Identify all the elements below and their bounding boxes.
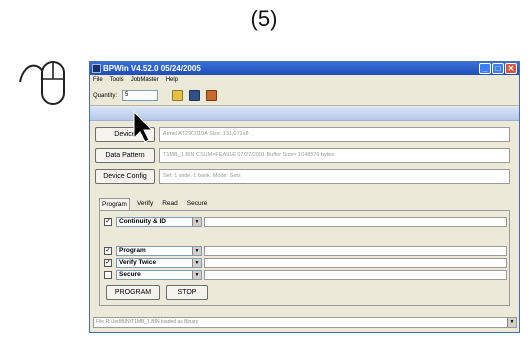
operation-row: ✓ Continuity & ID ▼ xyxy=(104,217,507,227)
operation-label: Program xyxy=(119,247,146,254)
chevron-down-icon[interactable]: ▼ xyxy=(192,259,201,267)
operation-select[interactable]: Continuity & ID ▼ xyxy=(116,217,202,227)
mouse-icon xyxy=(19,61,65,105)
menu-help[interactable]: Help xyxy=(166,75,178,85)
device-info-field: Atmel AT29C010A Size: 131,072x8 xyxy=(159,127,510,142)
title-bar[interactable]: BPWin V4.52.0 05/24/2005 _ □ ✕ xyxy=(90,62,519,75)
tab-read[interactable]: Read xyxy=(160,198,180,210)
step-label: (5) xyxy=(250,6,278,31)
operation-select[interactable]: Secure ▼ xyxy=(116,270,202,280)
chevron-down-icon[interactable]: ▼ xyxy=(507,318,516,327)
operation-progress-bar xyxy=(204,217,507,227)
operation-tabs: Program Verify Read Secure xyxy=(99,198,209,210)
tools-icon[interactable] xyxy=(206,90,218,101)
bpwin-window: BPWin V4.52.0 05/24/2005 _ □ ✕ File Tool… xyxy=(89,61,520,333)
menu-tools[interactable]: Tools xyxy=(110,75,124,85)
minimize-button[interactable]: _ xyxy=(479,63,491,74)
operation-checkbox[interactable]: ✓ xyxy=(104,259,112,267)
operation-label: Secure xyxy=(119,271,141,278)
status-bar: File R:\Jed\BIN\T1MB_1.BIN loaded as Bin… xyxy=(93,317,517,328)
menu-jobmaster[interactable]: JobMaster xyxy=(131,75,159,85)
operation-checkbox[interactable]: ✓ xyxy=(104,247,112,255)
operation-select[interactable]: Program ▼ xyxy=(116,246,202,256)
operation-row: ✓ Program ▼ xyxy=(104,246,507,256)
menu-bar: File Tools JobMaster Help xyxy=(90,75,519,85)
operation-label: Verify Twice xyxy=(119,259,157,266)
quantity-label: Quantity: xyxy=(93,92,118,99)
toolbar: Quantity: 5 xyxy=(90,86,519,106)
data-pattern-button[interactable]: Data Pattern xyxy=(95,148,155,163)
tab-program[interactable]: Program xyxy=(99,198,130,210)
device-config-info-field: Set: 1 wide, 1 bank. Mode: Sets xyxy=(159,169,510,184)
app-icon xyxy=(92,64,101,73)
main-panel: Device Atmel AT29C010A Size: 131,072x8 D… xyxy=(95,123,516,313)
tab-verify[interactable]: Verify xyxy=(135,198,155,210)
open-folder-icon[interactable] xyxy=(172,90,184,101)
operation-progress-bar xyxy=(204,270,507,280)
save-disk-icon[interactable] xyxy=(189,90,201,101)
operation-checkbox[interactable] xyxy=(104,271,112,279)
window-title: BPWin V4.52.0 05/24/2005 xyxy=(103,64,201,73)
operation-label: Continuity & ID xyxy=(119,218,166,225)
chevron-down-icon[interactable]: ▼ xyxy=(192,271,201,279)
mouse-pointer-icon xyxy=(133,110,154,143)
operation-progress-bar xyxy=(204,246,507,256)
device-config-button[interactable]: Device Config xyxy=(95,169,155,184)
operation-checkbox[interactable]: ✓ xyxy=(104,218,112,226)
operation-progress-bar xyxy=(204,258,507,268)
tab-secure[interactable]: Secure xyxy=(185,198,210,210)
quantity-input[interactable]: 5 xyxy=(122,90,159,101)
chevron-down-icon[interactable]: ▼ xyxy=(192,218,201,226)
menu-file[interactable]: File xyxy=(93,75,103,85)
operation-row: Secure ▼ xyxy=(104,270,507,280)
operation-row: ✓ Verify Twice ▼ xyxy=(104,258,507,268)
status-text: File R:\Jed\BIN\T1MB_1.BIN loaded as Bin… xyxy=(96,319,199,325)
program-button[interactable]: PROGRAM xyxy=(106,285,160,300)
tab-panel: ✓ Continuity & ID ▼ ✓ Program ▼ ✓ Verify T… xyxy=(99,210,510,306)
operation-select[interactable]: Verify Twice ▼ xyxy=(116,258,202,268)
chevron-down-icon[interactable]: ▼ xyxy=(192,247,201,255)
data-pattern-info-field: T1MB_1.BIN CSUM=FEA91E 07/27/2001 Buffer… xyxy=(159,148,510,163)
maximize-button[interactable]: □ xyxy=(492,63,504,74)
stop-button[interactable]: STOP xyxy=(166,285,208,300)
close-button[interactable]: ✕ xyxy=(505,63,517,74)
